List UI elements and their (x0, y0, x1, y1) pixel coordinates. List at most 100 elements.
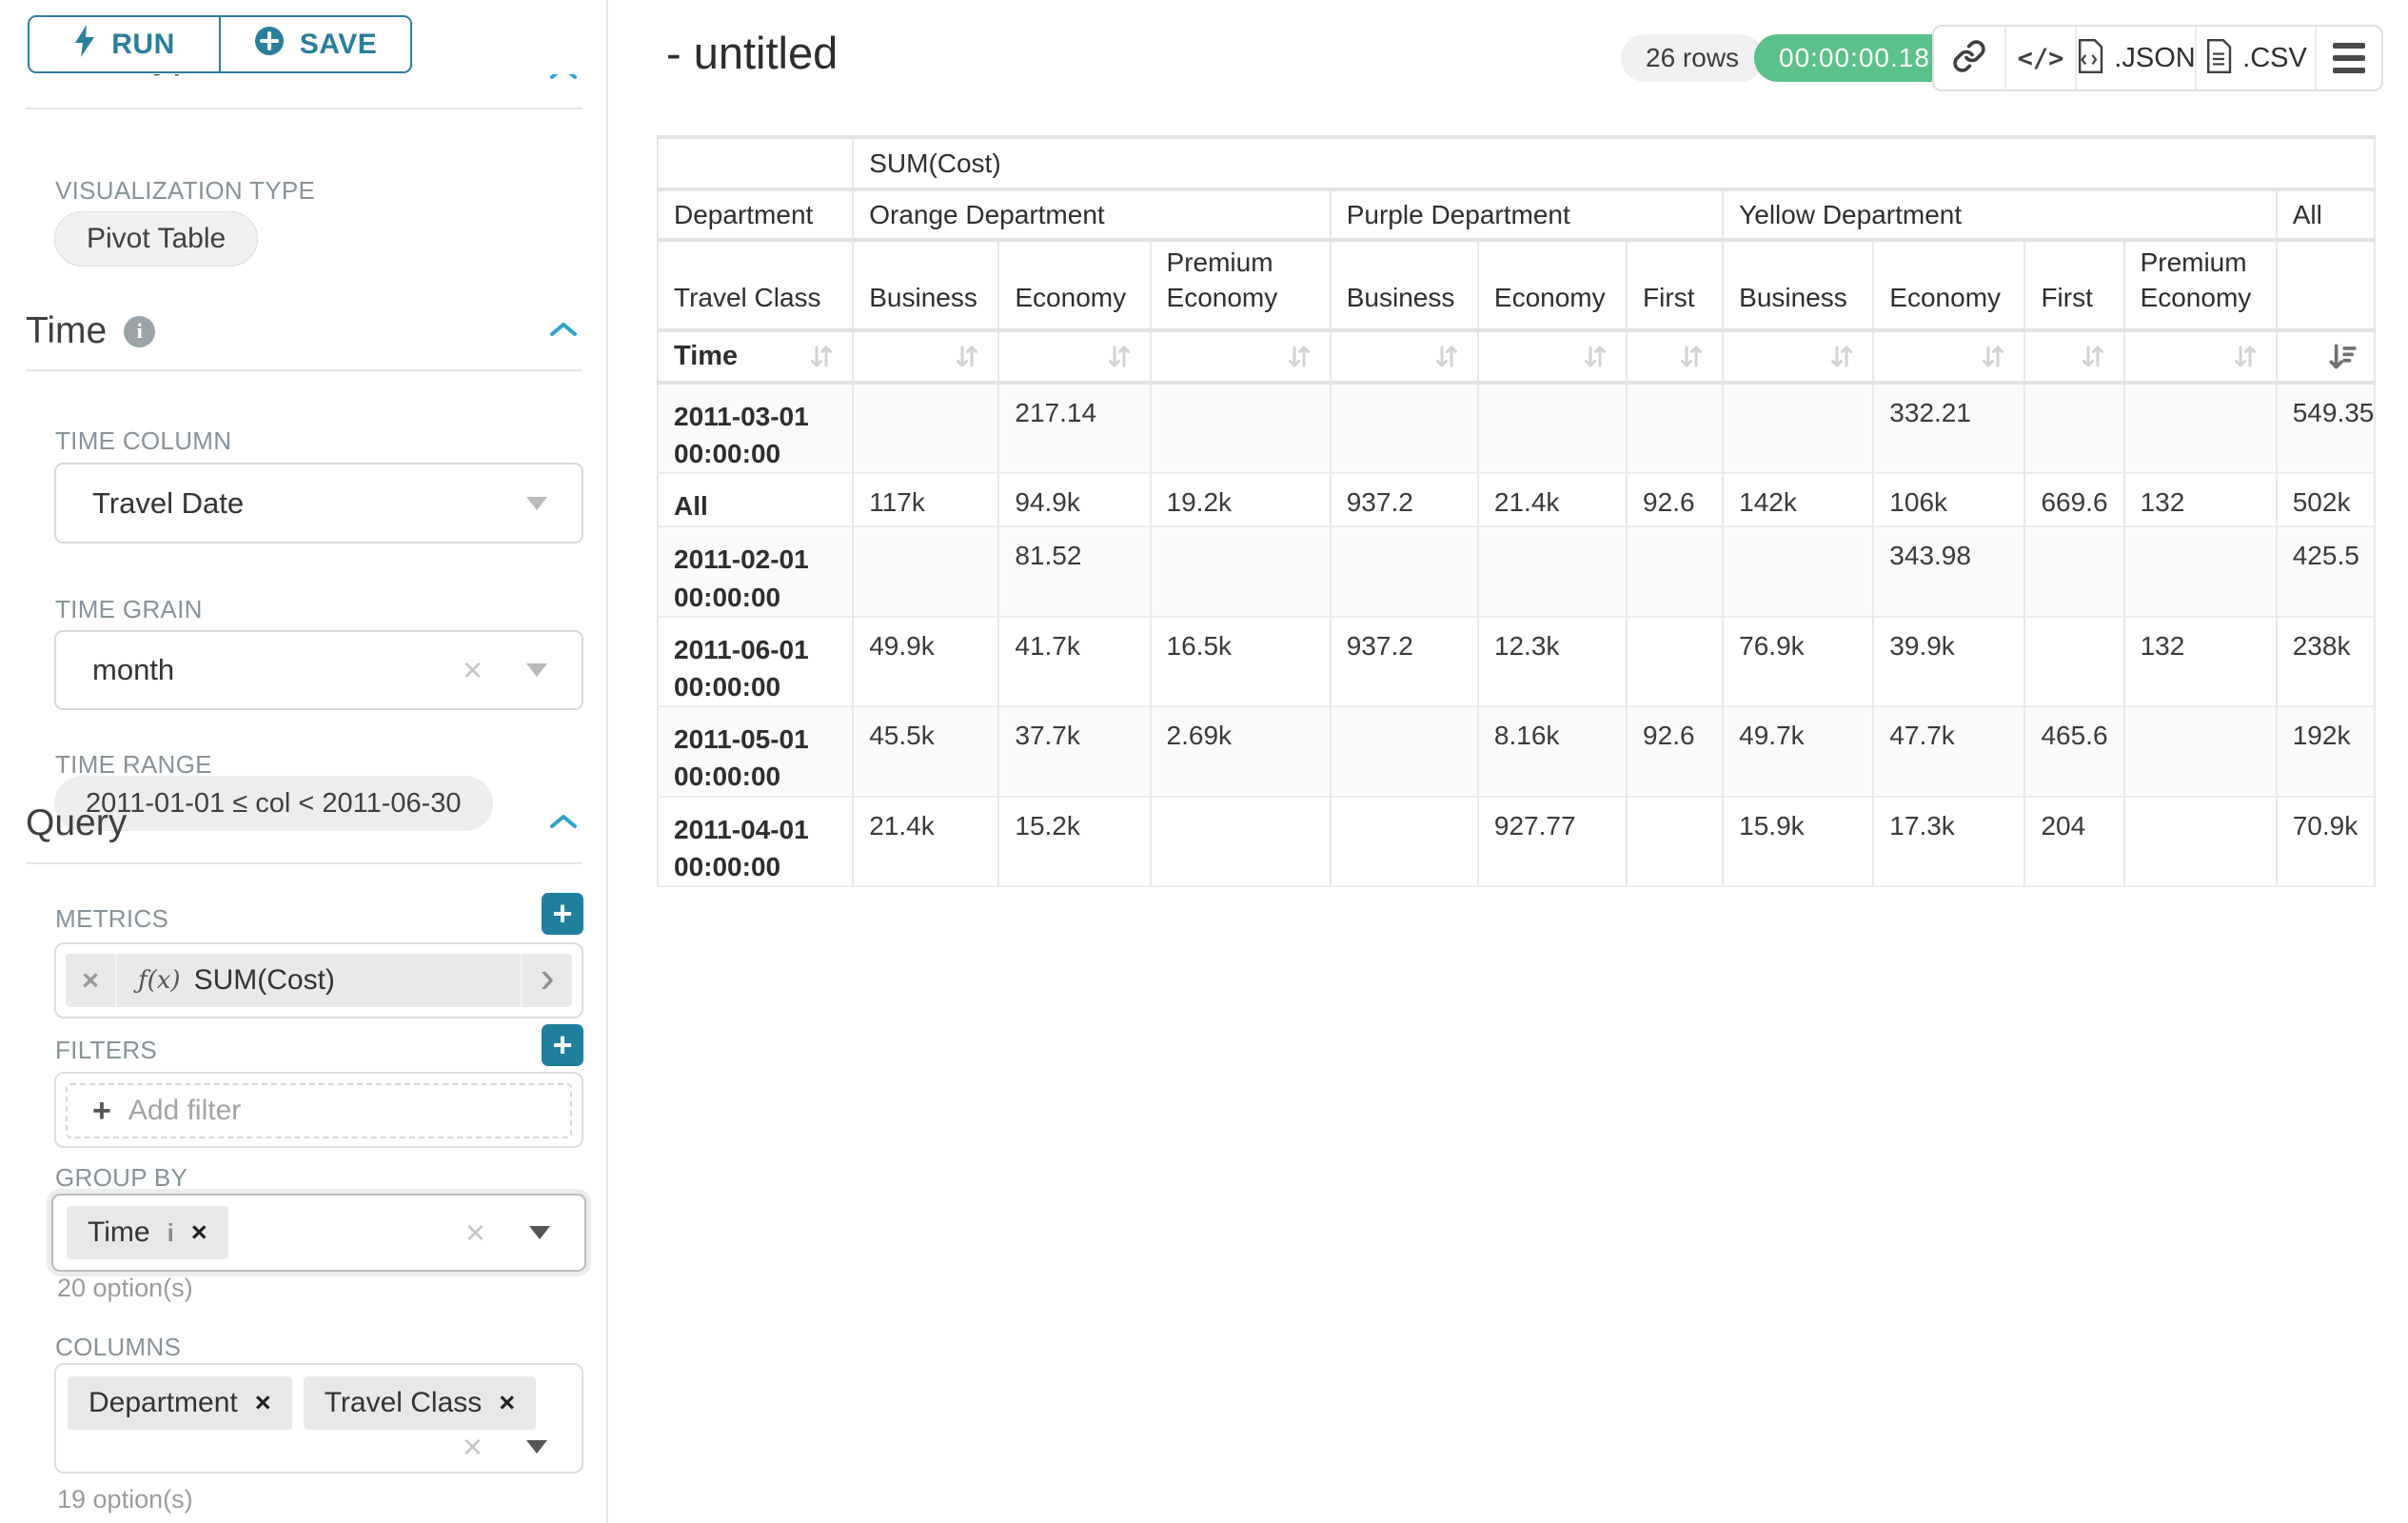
table-cell (1478, 383, 1627, 473)
table-cell: 937.2 (1331, 473, 1478, 526)
remove-tag-icon[interactable]: × (255, 1388, 271, 1419)
control-panel-sidebar: Chart Type RUN SAVE VISUALIZATION TYPE P… (0, 0, 606, 1523)
sort-icon (806, 342, 837, 372)
clear-icon[interactable]: × (463, 1430, 483, 1464)
table-cell (2124, 706, 2277, 796)
run-button[interactable]: RUN (30, 17, 219, 71)
table-cell (1478, 526, 1627, 616)
table-cell: 49.9k (853, 617, 998, 706)
info-icon: i (168, 1218, 174, 1248)
table-cell: 343.98 (1873, 526, 2024, 616)
plus-circle-icon (254, 26, 285, 64)
remove-tag-icon[interactable]: × (499, 1388, 515, 1419)
table-cell: 927.77 (1478, 797, 1627, 886)
table-cell: 92.6 (1627, 706, 1723, 796)
export-json-button[interactable]: .JSON (2075, 27, 2195, 89)
tag-label: Time (88, 1216, 150, 1249)
remove-metric-icon[interactable]: × (66, 954, 117, 1007)
pivot-table: SUM(Cost)DepartmentOrange DepartmentPurp… (657, 135, 2376, 887)
code-icon: </> (2018, 44, 2064, 73)
time-section-title: Time (26, 310, 107, 352)
table-cell (1151, 797, 1331, 886)
sort-header[interactable] (2024, 330, 2123, 383)
travel-class-header: Business (1331, 240, 1478, 330)
sort-header-all-active[interactable] (2277, 330, 2375, 383)
metric-item[interactable]: × ƒ(x) SUM(Cost) › (66, 954, 572, 1007)
table-cell (2024, 526, 2123, 616)
csv-file-icon (2204, 39, 2233, 78)
columns-select[interactable]: Department × Travel Class × × (54, 1363, 583, 1474)
visualization-type-value[interactable]: Pivot Table (54, 211, 258, 267)
table-cell: 39.9k (1873, 617, 2024, 706)
time-grain-select[interactable]: month × (54, 630, 583, 710)
table-cell: 465.6 (2024, 706, 2123, 796)
view-query-button[interactable]: </> (2004, 27, 2075, 89)
chart-title[interactable]: - untitled (666, 27, 838, 79)
table-cell: 937.2 (1331, 617, 1478, 706)
clear-icon[interactable]: × (465, 1216, 485, 1250)
table-cell: 15.2k (998, 797, 1150, 886)
add-filter-button[interactable]: + (542, 1024, 583, 1066)
table-cell: 94.9k (998, 473, 1150, 526)
save-button[interactable]: SAVE (219, 17, 410, 71)
group-by-tag: Time i × (67, 1206, 228, 1259)
fx-icon: ƒ(x) (138, 966, 181, 995)
filters-label: FILTERS (55, 1036, 157, 1065)
add-filter-dropzone[interactable]: + Add filter (66, 1083, 572, 1138)
table-cell (2124, 526, 2277, 616)
row-header: 2011-03-01 00:00:00 (658, 383, 853, 473)
divider (26, 862, 582, 864)
sort-header[interactable] (1331, 330, 1478, 383)
chevron-down-icon (526, 497, 547, 510)
sort-header[interactable] (1627, 330, 1723, 383)
chevron-down-icon (526, 1440, 547, 1454)
table-cell: 81.52 (998, 526, 1150, 616)
remove-tag-icon[interactable]: × (191, 1217, 207, 1249)
table-cell: 425.5 (2277, 526, 2375, 616)
chevron-down-icon (526, 663, 547, 677)
time-grain-value: month (92, 653, 174, 687)
export-csv-button[interactable]: .CSV (2195, 27, 2315, 89)
sort-icon (1580, 342, 1610, 372)
table-row: 2011-05-01 00:00:0045.5k37.7k2.69k8.16k9… (658, 706, 2375, 796)
department-header: Purple Department (1331, 189, 1723, 240)
json-file-icon (2076, 39, 2104, 78)
sort-header[interactable] (1478, 330, 1627, 383)
row-header: 2011-04-01 00:00:00 (658, 797, 853, 886)
table-cell: 17.3k (1873, 797, 2024, 886)
sort-header[interactable] (1723, 330, 1873, 383)
columns-tag: Travel Class × (304, 1376, 537, 1430)
time-section-header[interactable]: Time i (26, 310, 155, 352)
table-row: 2011-02-01 00:00:0081.52343.98425.5 (658, 526, 2375, 616)
sort-header-time[interactable]: Time (658, 330, 853, 383)
table-cell (1331, 706, 1478, 796)
table-cell (1723, 383, 1873, 473)
travel-class-header: First (2024, 240, 2123, 330)
more-options-button[interactable] (2315, 27, 2381, 89)
columns-helper: 19 option(s) (57, 1485, 193, 1514)
sort-header[interactable] (853, 330, 998, 383)
group-by-select[interactable]: Time i × × (51, 1194, 586, 1272)
table-cell (1331, 383, 1478, 473)
query-section-header[interactable]: Query (26, 802, 127, 844)
sidebar-topbar: RUN SAVE (0, 0, 606, 74)
share-link-button[interactable] (1934, 27, 2004, 89)
add-metric-button[interactable]: + (542, 893, 583, 935)
sort-header[interactable] (1151, 330, 1331, 383)
sort-header[interactable] (1873, 330, 2024, 383)
table-cell (1627, 797, 1723, 886)
bolt-icon (73, 25, 96, 65)
sort-icon (1676, 342, 1707, 372)
table-cell: 92.6 (1627, 473, 1723, 526)
time-column-select[interactable]: Travel Date (54, 463, 583, 544)
department-header: All (2277, 189, 2375, 240)
chevron-up-icon[interactable] (549, 812, 578, 836)
sort-header[interactable] (2124, 330, 2277, 383)
chevron-up-icon[interactable] (549, 320, 578, 344)
tag-label: Travel Class (325, 1387, 483, 1419)
tag-label: Department (89, 1387, 238, 1419)
chevron-right-icon[interactable]: › (521, 954, 572, 1007)
sort-header[interactable] (998, 330, 1150, 383)
clear-icon[interactable]: × (463, 653, 483, 687)
travel-class-header: Premium Economy (2124, 240, 2277, 330)
